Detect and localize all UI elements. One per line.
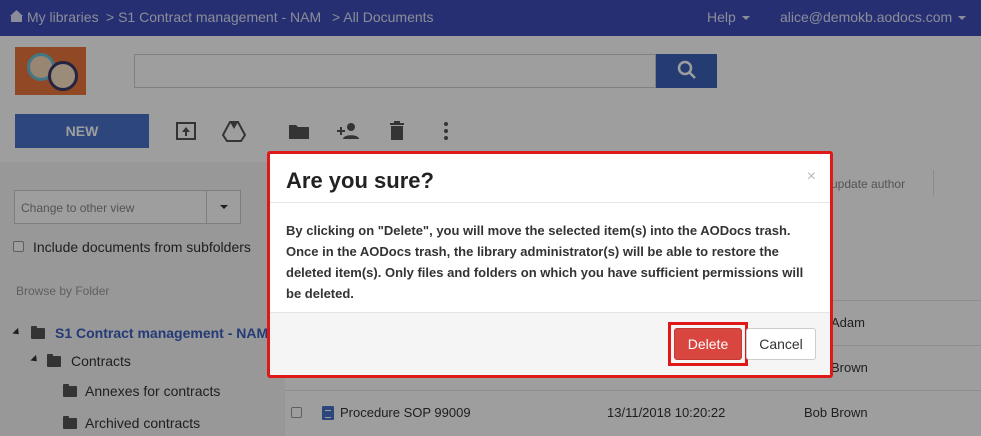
dialog-message: By clicking on "Delete", you will move t… — [286, 223, 804, 301]
confirm-delete-dialog: Are you sure? × By clicking on "Delete",… — [267, 151, 833, 378]
delete-button[interactable]: Delete — [674, 328, 742, 360]
close-icon[interactable]: × — [807, 168, 816, 186]
cancel-button[interactable]: Cancel — [746, 328, 816, 360]
dialog-divider — [270, 202, 830, 203]
dialog-title: Are you sure? — [286, 168, 434, 193]
